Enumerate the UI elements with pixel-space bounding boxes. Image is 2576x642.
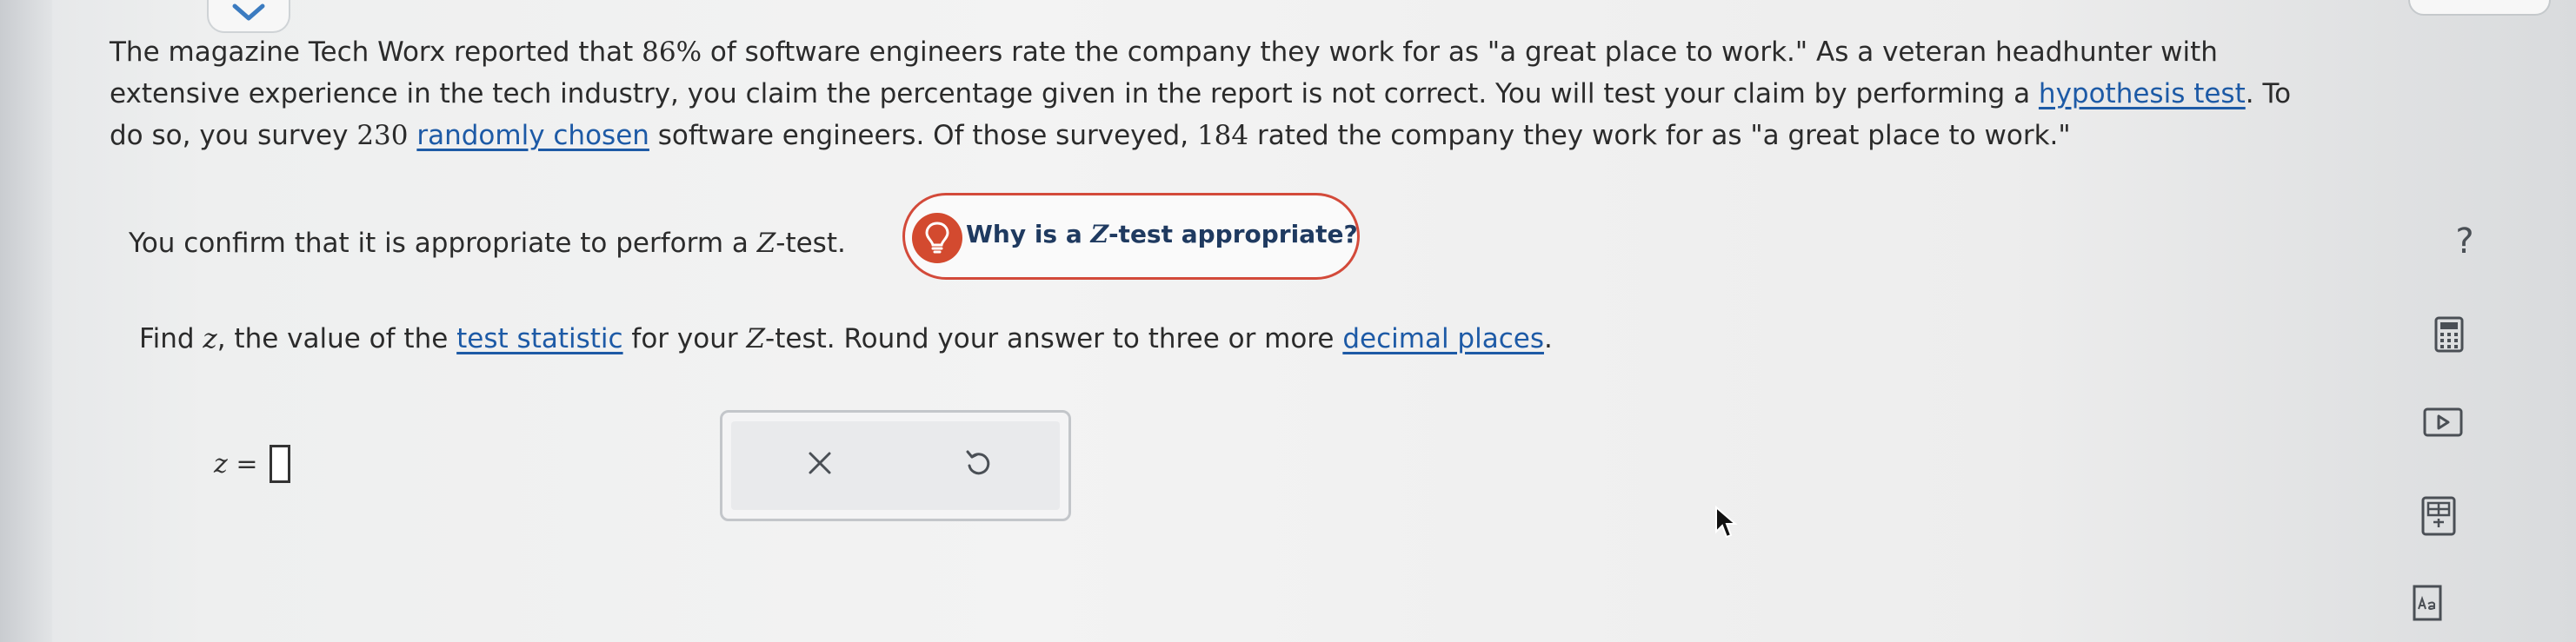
close-icon bbox=[809, 452, 831, 474]
decimal-places-link[interactable]: decimal places bbox=[1342, 323, 1544, 354]
sample-size-value: 230 bbox=[356, 120, 409, 151]
find-instruction: Find z, the value of the test statistic … bbox=[139, 323, 1553, 354]
right-toolbar: ? bbox=[2365, 0, 2576, 642]
z-symbol: z bbox=[203, 323, 217, 354]
page: The magazine Tech Worx reported that 86%… bbox=[0, 0, 2576, 642]
answer-tools-panel bbox=[720, 410, 1071, 521]
find-text: , the value of the bbox=[216, 323, 457, 354]
problem-text: of software engineers rate the company t… bbox=[702, 36, 2218, 68]
why-button-label: Why is a Z-test appropriate? bbox=[966, 220, 1358, 248]
video-icon bbox=[2423, 407, 2463, 437]
find-text: -test. Round your answer to three or mor… bbox=[765, 323, 1343, 354]
successes-value: 184 bbox=[1196, 120, 1249, 151]
percent-value: 86% bbox=[642, 36, 702, 68]
why-z-test-button[interactable]: Why is a Z-test appropriate? bbox=[902, 193, 1360, 280]
answer-label: z = bbox=[214, 448, 258, 480]
clear-button[interactable] bbox=[797, 440, 842, 486]
problem-line-1: The magazine Tech Worx reported that 86%… bbox=[110, 31, 2370, 73]
confirm-text: You confirm that it is appropriate to pe… bbox=[129, 228, 757, 259]
video-button[interactable] bbox=[2419, 405, 2467, 440]
lightbulb-icon bbox=[912, 213, 962, 263]
cursor-icon bbox=[1714, 505, 1739, 544]
why-label-text: Why is a bbox=[966, 220, 1091, 248]
problem-line-2: extensive experience in the tech industr… bbox=[110, 73, 2370, 115]
problem-text: The magazine Tech Worx reported that bbox=[110, 36, 642, 68]
find-text: Find bbox=[139, 323, 203, 354]
collapse-tab[interactable] bbox=[207, 0, 290, 33]
problem-statement: The magazine Tech Worx reported that 86%… bbox=[110, 31, 2370, 156]
calculator-button[interactable] bbox=[2429, 313, 2469, 356]
help-button[interactable]: ? bbox=[2443, 215, 2486, 268]
z-symbol: Z bbox=[746, 323, 766, 354]
answer-row: z = bbox=[214, 445, 291, 483]
problem-line-3: do so, you survey 230 randomly chosen so… bbox=[110, 115, 2370, 156]
problem-text: do so, you survey bbox=[110, 120, 357, 151]
answer-tools-inner bbox=[731, 421, 1060, 510]
glossary-icon bbox=[2413, 585, 2442, 621]
confirm-statement: You confirm that it is appropriate to pe… bbox=[129, 228, 846, 259]
confirm-text: -test. bbox=[775, 228, 846, 259]
undo-icon bbox=[966, 450, 990, 475]
why-label-text: -test appropriate? bbox=[1108, 220, 1358, 248]
data-table-icon bbox=[2421, 496, 2456, 536]
find-text: . bbox=[1543, 323, 1553, 354]
find-text: for your bbox=[622, 323, 747, 354]
problem-text: rated the company they work for as "a gr… bbox=[1248, 120, 2071, 151]
test-statistic-link[interactable]: test statistic bbox=[456, 323, 622, 354]
problem-text: . To bbox=[2245, 78, 2292, 109]
glossary-button[interactable] bbox=[2408, 584, 2446, 622]
undo-button[interactable] bbox=[955, 440, 1001, 486]
left-edge bbox=[0, 0, 52, 642]
randomly-chosen-link[interactable]: randomly chosen bbox=[416, 120, 649, 151]
problem-text: software engineers. Of those surveyed, bbox=[649, 120, 1197, 151]
problem-text: extensive experience in the tech industr… bbox=[110, 78, 2039, 109]
hypothesis-test-link[interactable]: hypothesis test bbox=[2039, 78, 2246, 109]
z-symbol: Z bbox=[756, 228, 776, 259]
z-answer-input[interactable] bbox=[270, 445, 291, 483]
data-table-button[interactable] bbox=[2417, 493, 2460, 539]
z-symbol: Z bbox=[1090, 220, 1108, 248]
calculator-icon bbox=[2434, 316, 2464, 353]
chevron-down-icon bbox=[232, 3, 265, 21]
